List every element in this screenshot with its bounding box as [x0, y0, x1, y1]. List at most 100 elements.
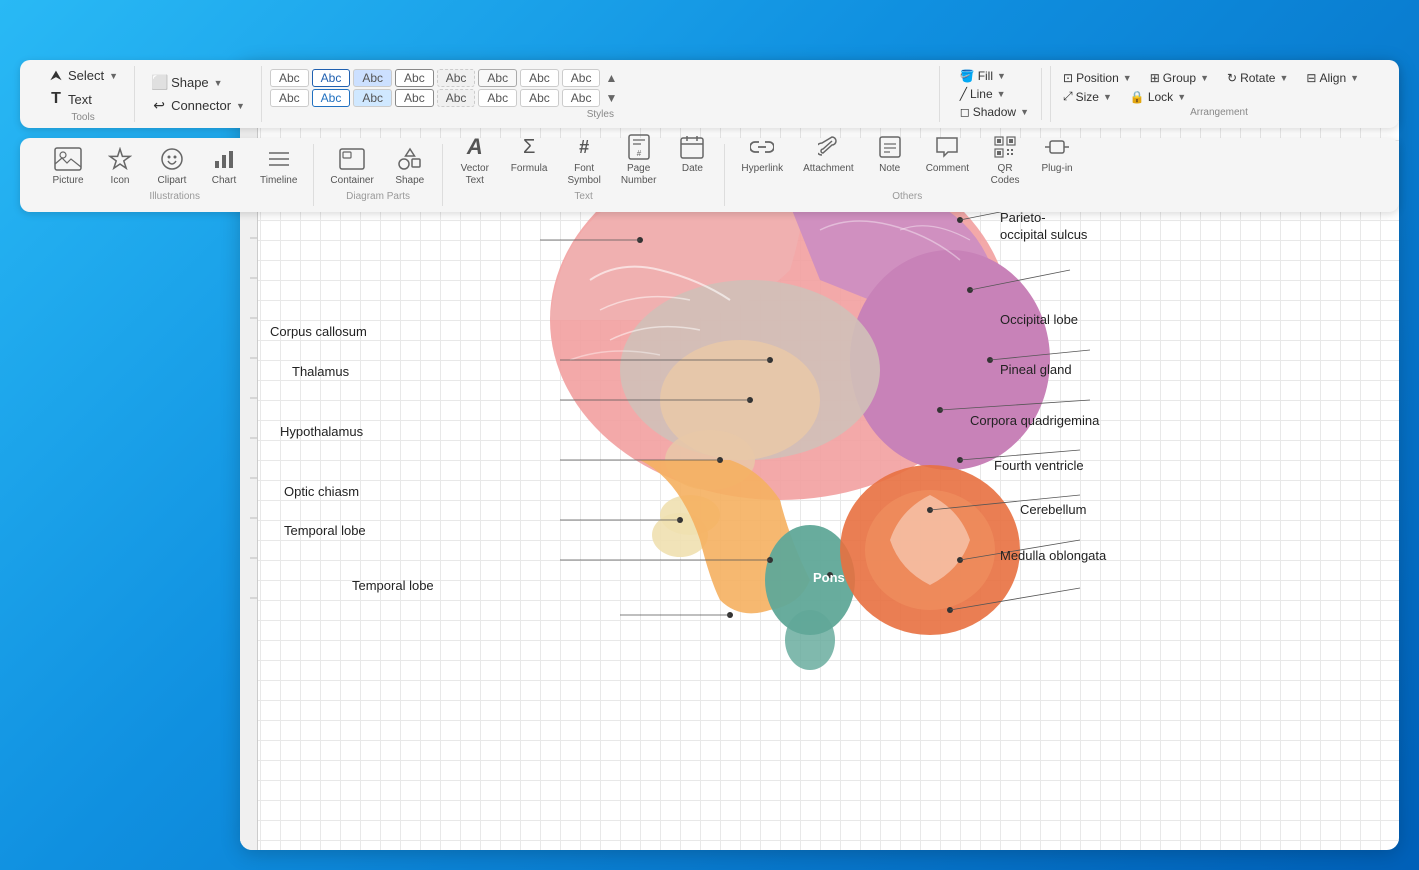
- align-label: Align: [1319, 71, 1346, 85]
- style-chip-15[interactable]: Abc: [520, 89, 559, 107]
- icon-label: Icon: [111, 175, 130, 187]
- fill-icon: 🪣: [960, 69, 975, 83]
- style-chip-13[interactable]: Abc: [437, 89, 476, 107]
- select-label: Select: [68, 68, 104, 83]
- styles-chevron-up[interactable]: ▲: [605, 71, 617, 85]
- chart-item[interactable]: Chart: [204, 141, 244, 189]
- icon-item[interactable]: Icon: [100, 141, 140, 189]
- shape-item[interactable]: Shape: [390, 141, 430, 189]
- lock-label: Lock: [1148, 90, 1173, 104]
- font-symbol-label: FontSymbol: [567, 163, 600, 187]
- rotate-button[interactable]: ↻ Rotate ▼: [1223, 70, 1292, 86]
- label-fourth-ventricle: Fourth ventricle: [994, 458, 1084, 473]
- style-chip-8[interactable]: Abc: [562, 69, 601, 87]
- shadow-button[interactable]: ◻ Shadow ▼: [956, 104, 1033, 120]
- style-chip-14[interactable]: Abc: [478, 89, 517, 107]
- plugin-item[interactable]: Plug-in: [1037, 129, 1077, 189]
- font-symbol-icon: #: [568, 131, 600, 163]
- hyperlink-item[interactable]: Hyperlink: [737, 129, 787, 189]
- fill-dropdown: ▼: [997, 71, 1006, 81]
- page-number-item[interactable]: # PageNumber: [617, 129, 661, 189]
- label-medulla: Medulla oblongata: [1000, 548, 1106, 563]
- align-button[interactable]: ⊟ Align ▼: [1302, 70, 1363, 86]
- shape-icon: ⬜: [151, 74, 167, 91]
- text-items: A VectorText Σ Formula # FontSymbol # Pa…: [455, 129, 713, 189]
- lock-button[interactable]: 🔒 Lock ▼: [1126, 88, 1190, 105]
- container-item[interactable]: Container: [326, 141, 377, 189]
- style-chip-9[interactable]: Abc: [270, 89, 309, 107]
- comment-item[interactable]: Comment: [922, 129, 973, 189]
- formula-label: Formula: [511, 163, 548, 175]
- styles-row-2: Abc Abc Abc Abc Abc Abc Abc Abc ▼: [270, 89, 931, 107]
- illustrations-items: Picture Icon Clipart Chart: [48, 141, 301, 189]
- text-tool[interactable]: T Text: [40, 88, 126, 110]
- chart-icon: [208, 143, 240, 175]
- arrangement-items: ⊡ Position ▼ ⊞ Group ▼ ↻ Rotate ▼ ⊟ Alig…: [1059, 70, 1379, 105]
- others-group: Hyperlink Attachment Note Comment: [725, 144, 1089, 206]
- fill-label: Fill: [978, 69, 993, 83]
- clipart-icon: [156, 143, 188, 175]
- style-chip-1[interactable]: Abc: [270, 69, 309, 87]
- timeline-item[interactable]: Timeline: [256, 141, 301, 189]
- note-item[interactable]: Note: [870, 129, 910, 189]
- style-chip-4[interactable]: Abc: [395, 69, 434, 87]
- select-icon: ⮝: [48, 67, 64, 84]
- diagram-parts-group: Container Shape Diagram Parts: [314, 144, 442, 206]
- vector-text-item[interactable]: A VectorText: [455, 129, 495, 189]
- formula-item[interactable]: Σ Formula: [507, 129, 552, 189]
- line-button[interactable]: ╱ Line ▼: [956, 86, 1010, 102]
- container-icon: [336, 143, 368, 175]
- clipart-item[interactable]: Clipart: [152, 141, 192, 189]
- qr-codes-item[interactable]: QRCodes: [985, 129, 1025, 189]
- attachment-icon: [812, 131, 844, 163]
- shape-connector-group: ⬜ Shape ▼ ↩ Connector ▼: [143, 72, 253, 116]
- picture-icon: [52, 143, 84, 175]
- label-occipital-lobe: Occipital lobe: [1000, 312, 1078, 327]
- style-chip-11[interactable]: Abc: [353, 89, 392, 107]
- connector-tool[interactable]: ↩ Connector ▼: [143, 95, 253, 116]
- styles-row-1: Abc Abc Abc Abc Abc Abc Abc Abc ▲: [270, 69, 931, 87]
- styles-label: Styles: [587, 109, 614, 120]
- font-symbol-item[interactable]: # FontSymbol: [563, 129, 604, 189]
- comment-icon: [931, 131, 963, 163]
- text-icon: T: [48, 90, 64, 108]
- group-button[interactable]: ⊞ Group ▼: [1146, 70, 1213, 86]
- clipart-label: Clipart: [158, 175, 187, 187]
- style-chip-16[interactable]: Abc: [562, 89, 601, 107]
- styles-chevron-down[interactable]: ▼: [605, 91, 617, 105]
- style-chip-3[interactable]: Abc: [353, 69, 392, 87]
- shape-label: Shape: [395, 175, 424, 187]
- position-button[interactable]: ⊡ Position ▼: [1059, 70, 1136, 86]
- shadow-icon: ◻: [960, 105, 970, 119]
- styles-chips: Abc Abc Abc Abc Abc Abc Abc Abc ▲ Abc Ab…: [270, 69, 931, 107]
- date-item[interactable]: Date: [672, 129, 712, 189]
- style-chip-2[interactable]: Abc: [312, 69, 351, 87]
- illustrations-group: Picture Icon Clipart Chart: [36, 144, 314, 206]
- style-chip-10[interactable]: Abc: [312, 89, 351, 107]
- attachment-item[interactable]: Attachment: [799, 129, 858, 189]
- plugin-label: Plug-in: [1041, 163, 1072, 175]
- lock-icon: 🔒: [1130, 90, 1145, 104]
- fill-button[interactable]: 🪣 Fill ▼: [956, 68, 1010, 84]
- plugin-icon: [1041, 131, 1073, 163]
- picture-item[interactable]: Picture: [48, 141, 88, 189]
- size-button[interactable]: ⤢ Size ▼: [1059, 88, 1116, 105]
- tools-group: ⮝ Select ▼ T Text: [40, 65, 126, 110]
- shape-tool[interactable]: ⬜ Shape ▼: [143, 72, 253, 93]
- tools-label: Tools: [71, 112, 94, 123]
- style-chip-12[interactable]: Abc: [395, 89, 434, 107]
- styles-section: Abc Abc Abc Abc Abc Abc Abc Abc ▲ Abc Ab…: [262, 66, 940, 122]
- arrangement-section: ⊡ Position ▼ ⊞ Group ▼ ↻ Rotate ▼ ⊟ Alig…: [1051, 66, 1387, 122]
- diagram-items: Container Shape: [326, 141, 429, 189]
- text-label: Text: [68, 92, 92, 107]
- line-label: Line: [970, 87, 993, 101]
- style-chip-5[interactable]: Abc: [437, 69, 476, 87]
- style-chip-7[interactable]: Abc: [520, 69, 559, 87]
- page-number-label: PageNumber: [621, 163, 657, 187]
- select-tool[interactable]: ⮝ Select ▼: [40, 65, 126, 86]
- style-chip-6[interactable]: Abc: [478, 69, 517, 87]
- svg-text:Pons: Pons: [813, 570, 845, 585]
- chart-label: Chart: [212, 175, 236, 187]
- shadow-dropdown: ▼: [1020, 107, 1029, 117]
- shape-connector-section: ⬜ Shape ▼ ↩ Connector ▼: [135, 66, 262, 122]
